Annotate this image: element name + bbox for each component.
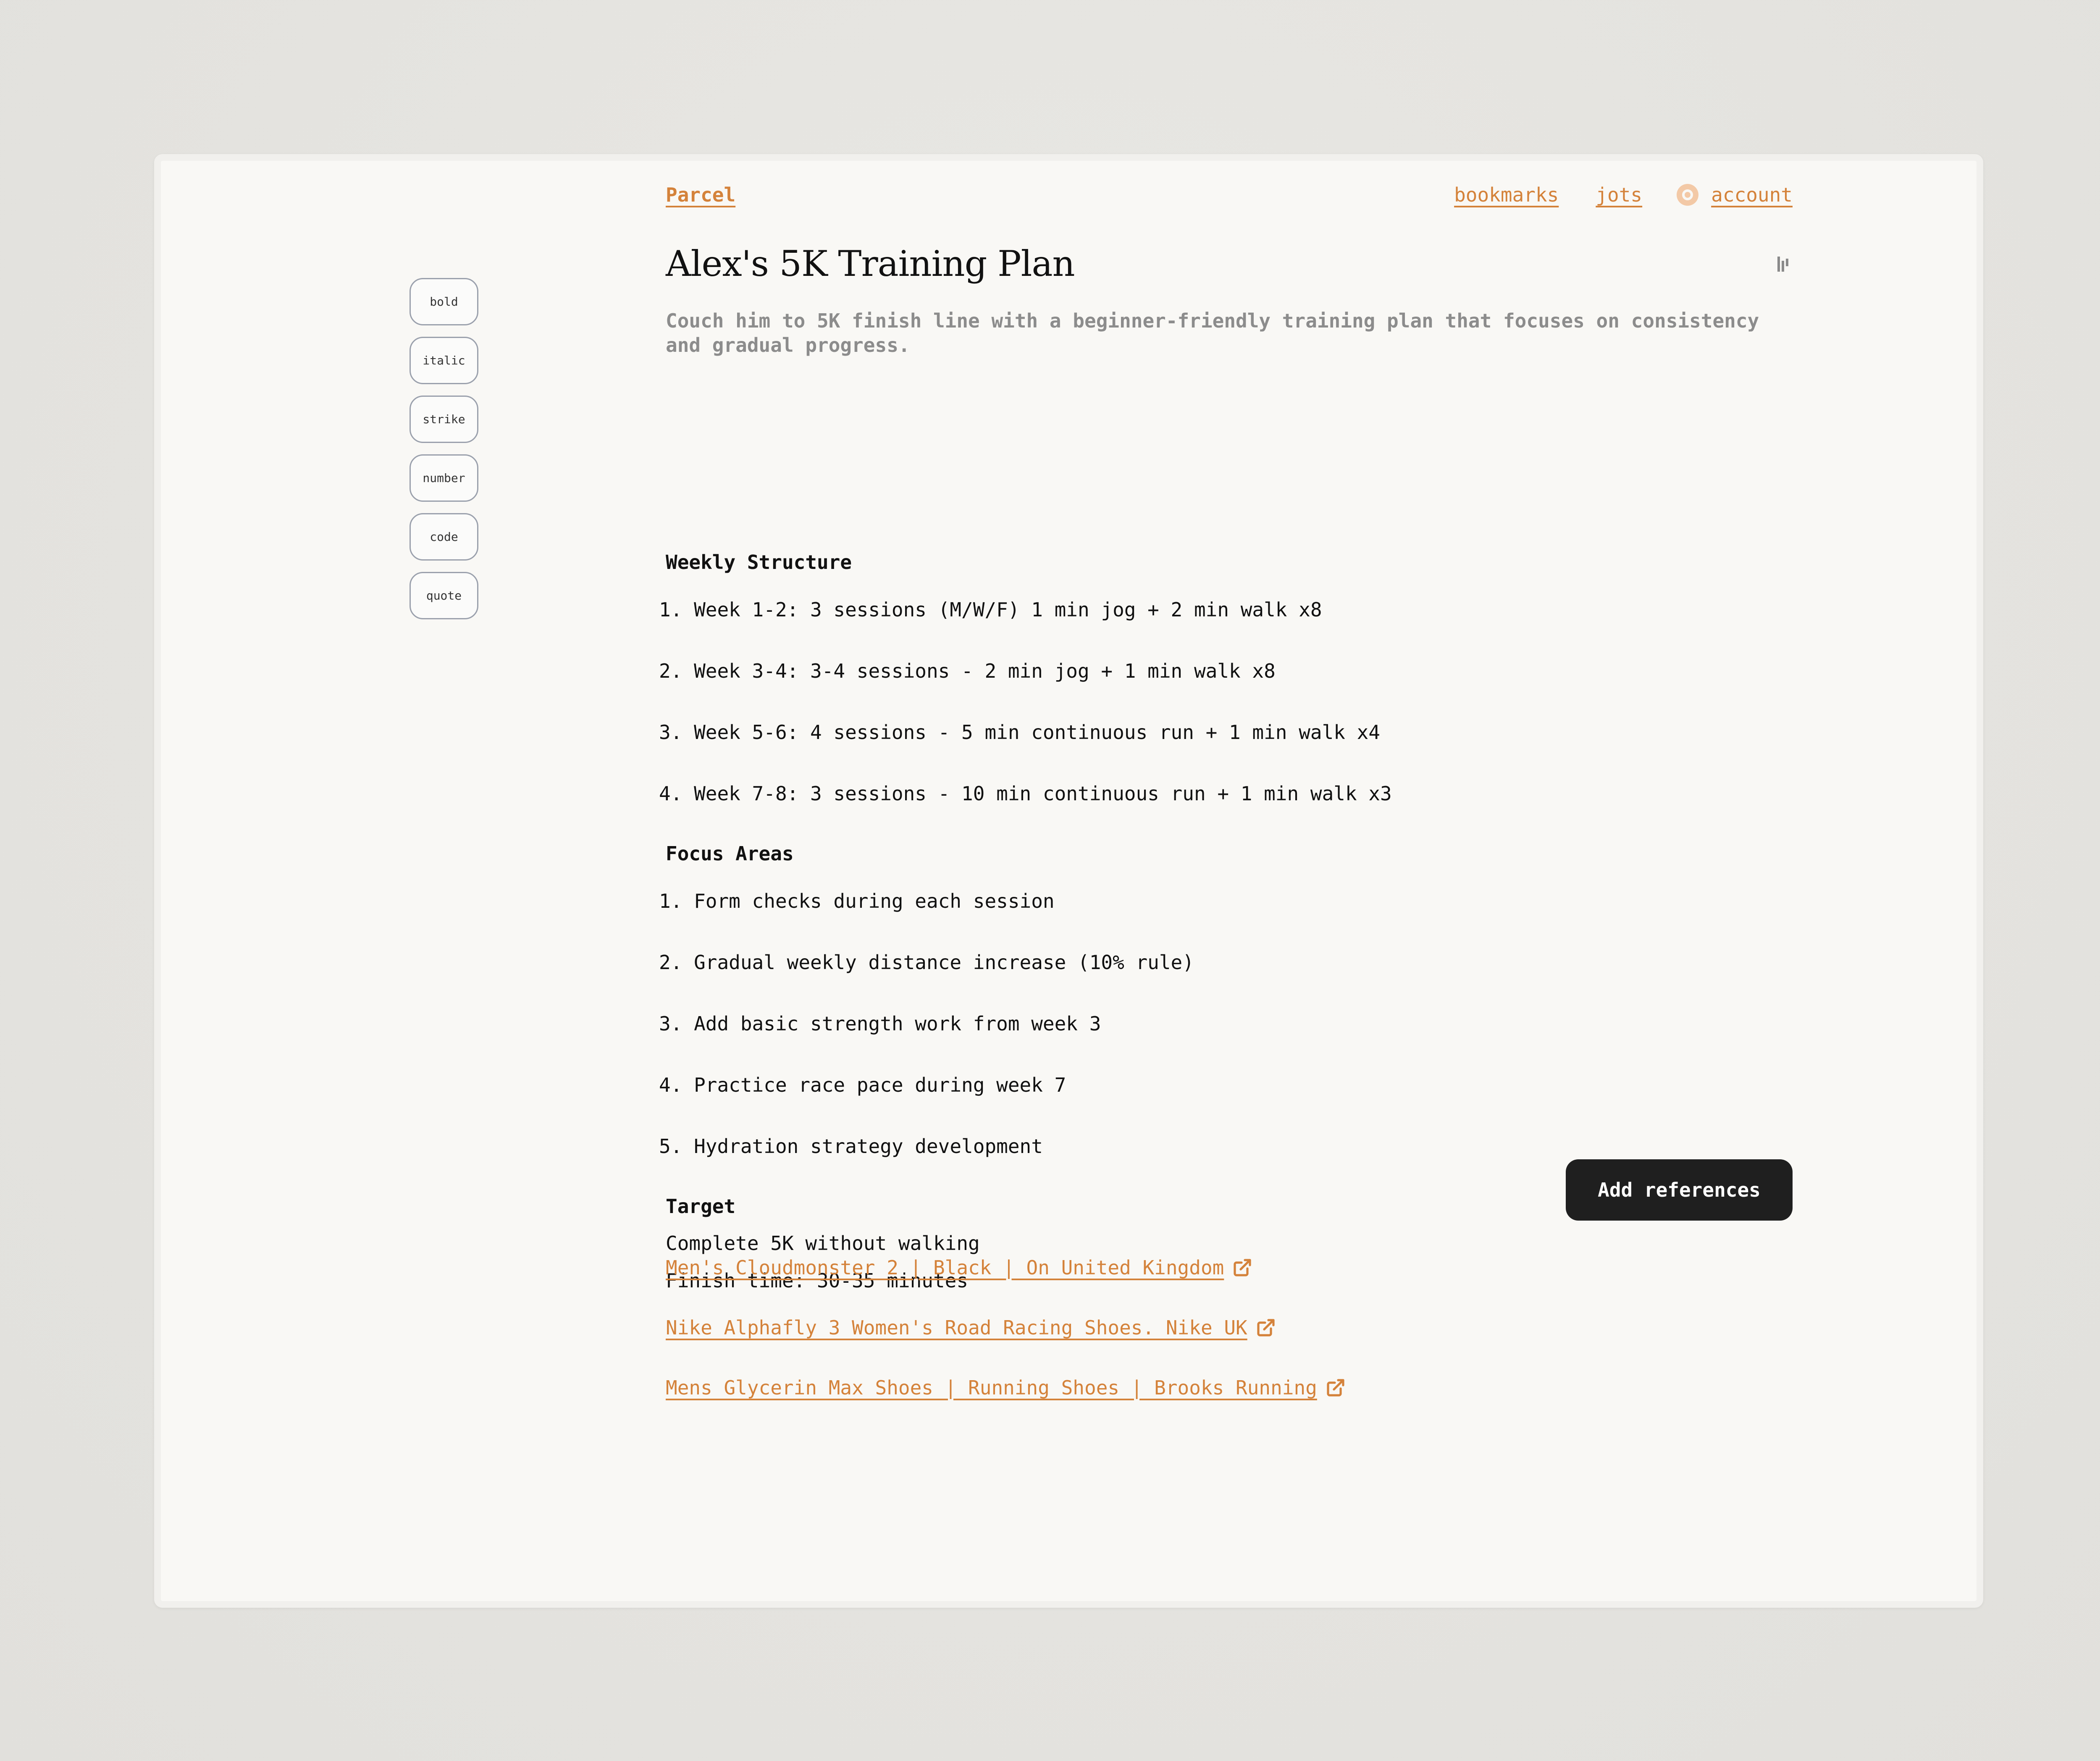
code-button[interactable]: code bbox=[410, 513, 478, 561]
note-subtitle[interactable]: Couch him to 5K finish line with a begin… bbox=[666, 309, 1793, 357]
reference-link[interactable]: Men's Cloudmonster 2 | Black | On United… bbox=[666, 1255, 1224, 1280]
note-menu-icon[interactable] bbox=[1776, 255, 1793, 273]
target-heading: Target bbox=[666, 1195, 736, 1218]
external-link-icon[interactable] bbox=[1232, 1258, 1252, 1278]
list-item[interactable]: 4. Practice race pace during week 7 bbox=[659, 1072, 1194, 1134]
list-item[interactable]: 3. Week 5-6: 4 sessions - 5 min continuo… bbox=[659, 720, 1392, 781]
list-item[interactable]: 1. Form checks during each session bbox=[659, 888, 1194, 950]
external-link-icon[interactable] bbox=[1326, 1378, 1346, 1398]
app-window: bold italic strike number code quote Par… bbox=[154, 154, 1983, 1608]
weekly-list: 1. Week 1-2: 3 sessions (M/W/F) 1 min jo… bbox=[659, 597, 1392, 842]
add-references-button[interactable]: Add references bbox=[1566, 1159, 1793, 1221]
bold-button[interactable]: bold bbox=[410, 278, 478, 325]
list-item[interactable]: 2. Week 3-4: 3-4 sessions - 2 min jog + … bbox=[659, 658, 1392, 720]
reference-link[interactable]: Nike Alphafly 3 Women's Road Racing Shoe… bbox=[666, 1315, 1247, 1340]
account-avatar-icon[interactable] bbox=[1677, 184, 1699, 206]
quote-button[interactable]: quote bbox=[410, 572, 478, 619]
number-button[interactable]: number bbox=[410, 454, 478, 502]
list-item[interactable]: 1. Week 1-2: 3 sessions (M/W/F) 1 min jo… bbox=[659, 597, 1392, 658]
references-list: Men's Cloudmonster 2 | Black | On United… bbox=[666, 1237, 1346, 1418]
reference-item: Mens Glycerin Max Shoes | Running Shoes … bbox=[666, 1357, 1346, 1418]
list-item[interactable]: 3. Add basic strength work from week 3 bbox=[659, 1011, 1194, 1072]
weekly-heading: Weekly Structure bbox=[666, 551, 852, 574]
account-link[interactable]: account bbox=[1711, 182, 1793, 207]
reference-item: Men's Cloudmonster 2 | Black | On United… bbox=[666, 1237, 1346, 1297]
note-title[interactable]: Alex's 5K Training Plan bbox=[666, 241, 1075, 287]
external-link-icon[interactable] bbox=[1256, 1318, 1276, 1338]
italic-button[interactable]: italic bbox=[410, 337, 478, 384]
reference-link[interactable]: Mens Glycerin Max Shoes | Running Shoes … bbox=[666, 1375, 1317, 1400]
note-content: Parcel bookmarks jots account Alex's 5K … bbox=[659, 161, 1793, 1601]
focus-heading: Focus Areas bbox=[666, 842, 794, 865]
brand-link[interactable]: Parcel bbox=[666, 182, 735, 207]
top-nav: bookmarks jots account bbox=[1454, 182, 1793, 207]
list-item[interactable]: 2. Gradual weekly distance increase (10%… bbox=[659, 950, 1194, 1011]
bookmarks-link[interactable]: bookmarks bbox=[1454, 182, 1559, 207]
list-item[interactable]: 5. Hydration strategy development bbox=[659, 1134, 1194, 1195]
format-toolbar: bold italic strike number code quote bbox=[410, 278, 478, 631]
jots-link[interactable]: jots bbox=[1596, 182, 1642, 207]
focus-list: 1. Form checks during each session 2. Gr… bbox=[659, 888, 1194, 1195]
strike-button[interactable]: strike bbox=[410, 396, 478, 443]
reference-item: Nike Alphafly 3 Women's Road Racing Shoe… bbox=[666, 1297, 1346, 1357]
list-item[interactable]: 4. Week 7-8: 3 sessions - 10 min continu… bbox=[659, 781, 1392, 842]
